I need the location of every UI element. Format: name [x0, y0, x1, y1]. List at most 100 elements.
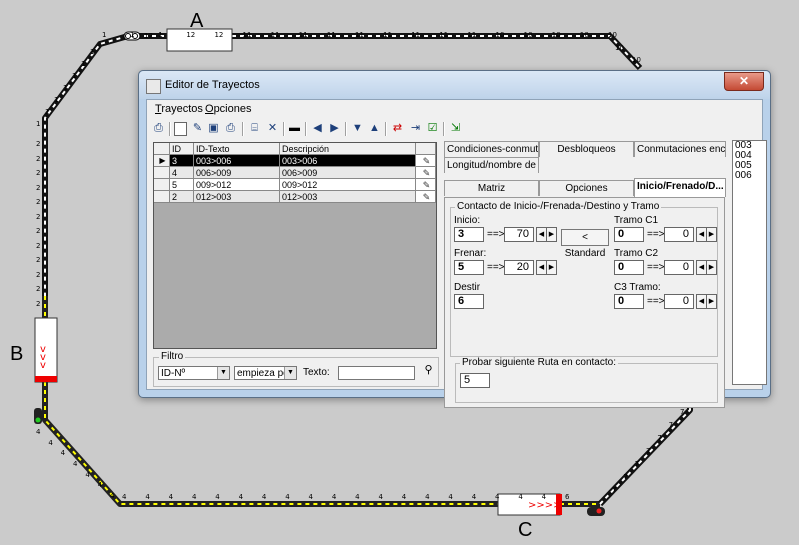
frenar-input[interactable]: 5 [454, 260, 484, 275]
tab-condiciones[interactable]: Condiciones-conmuta... [444, 141, 539, 157]
track-number: 2 [36, 169, 41, 178]
col-text-header[interactable]: ID-Texto [194, 143, 280, 155]
tab-inicio-frenado[interactable]: Inicio/Frenado/D... [634, 178, 726, 197]
tab-desbloqueos[interactable]: Desbloqueos [539, 141, 634, 157]
cell-desc[interactable]: 003>006 [280, 155, 416, 167]
row-edit-icon[interactable]: ✎ [416, 155, 436, 167]
table-row[interactable]: 4 006>009 006>009 ✎ [154, 167, 436, 179]
cell-id[interactable]: 4 [170, 167, 194, 179]
arrow-down-icon[interactable]: ▼ [350, 121, 365, 136]
cell-desc[interactable]: 006>009 [280, 167, 416, 179]
binoculars-icon[interactable]: ⚲ [421, 363, 436, 378]
row-edit-icon[interactable]: ✎ [416, 179, 436, 191]
track-number: 10 [632, 56, 641, 64]
table-row[interactable]: 5 009>012 009>012 ✎ [154, 179, 436, 191]
cell-text[interactable]: 003>006 [194, 155, 280, 167]
cell-id[interactable]: 5 [170, 179, 194, 191]
cell-text[interactable]: 006>009 [194, 167, 280, 179]
track-number: 4 [168, 493, 174, 501]
speed-icon[interactable]: ⇥ [408, 121, 423, 136]
tramo-c2-pos-input[interactable]: 0 [664, 260, 694, 275]
track-number: 1 [54, 96, 59, 104]
row-edit-icon[interactable]: ✎ [416, 167, 436, 179]
col-id-header[interactable]: ID [170, 143, 194, 155]
track-number: 1 [90, 48, 95, 56]
track-number: 4 [401, 493, 407, 501]
inicio-pos-input[interactable]: 70 [504, 227, 534, 242]
tab-opciones[interactable]: Opciones [539, 180, 634, 196]
arrow-left-icon[interactable]: ◀ [310, 121, 325, 136]
save-icon[interactable]: ▣ [206, 121, 221, 136]
frenar-pos-input[interactable]: 20 [504, 260, 534, 275]
track-number: 10 [615, 44, 624, 52]
table-row[interactable]: ▶ 3 003>006 003>006 ✎ [154, 155, 436, 167]
menu-trayectos[interactable]: Trayectos [155, 103, 203, 115]
track-number: 4 [145, 493, 150, 501]
cell-text[interactable]: 012>003 [194, 191, 280, 203]
record-icon[interactable]: ⌸ [247, 121, 262, 136]
cell-id[interactable]: 2 [170, 191, 194, 203]
filter-mode-select[interactable]: empieza por ▼ [234, 366, 297, 380]
frenar-spinner[interactable]: ◀ ▶ [536, 260, 557, 275]
track-number: 10 [608, 31, 617, 39]
delete-icon[interactable]: ✕ [265, 121, 280, 136]
tab-matriz[interactable]: Matriz [444, 180, 539, 196]
chevron-down-icon[interactable]: ▼ [217, 367, 229, 379]
destino-input[interactable]: 6 [454, 294, 484, 309]
filter-text-input[interactable] [338, 366, 415, 380]
tab-conmutaciones[interactable]: Conmutaciones enca... [634, 141, 726, 157]
menu-opciones[interactable]: Opciones [205, 103, 251, 115]
close-button[interactable]: ✕ [724, 72, 764, 91]
title-bar[interactable]: Editor de Trayectos ✕ [139, 71, 770, 99]
tramo-c2-input[interactable]: 0 [614, 260, 644, 275]
edit-icon[interactable]: ✎ [190, 121, 205, 136]
track-number: 11 [439, 31, 449, 39]
cell-id[interactable]: 3 [170, 155, 194, 167]
filter-group: Filtro ID-Nº ▼ empieza por ▼ Texto: ⚲ [153, 351, 439, 387]
tramo-c3-pos-input[interactable]: 0 [664, 294, 694, 309]
route-list[interactable]: 003 004 005 006 [732, 140, 767, 385]
new-icon[interactable] [174, 122, 187, 136]
inicio-input[interactable]: 3 [454, 227, 484, 242]
list-item[interactable]: 006 [733, 171, 766, 181]
track-left-upper [42, 33, 129, 296]
arrow-up-icon[interactable]: ▲ [367, 121, 382, 136]
checklist-icon[interactable]: ☑ [425, 121, 440, 136]
track-number: 4 [425, 493, 430, 501]
block-label-b: B [10, 343, 24, 365]
col-desc-header[interactable]: Descripción [280, 143, 416, 155]
cell-desc[interactable]: 009>012 [280, 179, 416, 191]
window-title: Editor de Trayectos [165, 79, 260, 91]
tramo-c2-spinner[interactable]: ◀ ▶ [696, 260, 717, 275]
tramo-c1-pos-input[interactable]: 0 [664, 227, 694, 242]
track-number: 4 [378, 493, 383, 501]
arrow-right-icon[interactable]: ▶ [327, 121, 342, 136]
track-number: 4 [308, 493, 313, 501]
track-number: 2 [36, 256, 41, 265]
track-number: 1 [63, 84, 68, 92]
tramo-c1-input[interactable]: 0 [614, 227, 644, 242]
track-number: 1 [102, 31, 107, 39]
row-edit-icon[interactable]: ✎ [416, 191, 436, 203]
tab-longitud[interactable]: Longitud/nombre de t... [444, 157, 539, 173]
standard-button[interactable]: < Standard [561, 229, 609, 259]
inicio-spinner[interactable]: ◀ ▶ [536, 227, 557, 242]
track-number: 4 [73, 460, 78, 468]
toolbar: ⎙ ✎ ▣ ⎙ ⌸ ✕ ▬ ◀ ▶ ▼ ▲ ⇄ ⇥ ☑ ⇲ [149, 120, 760, 138]
table-row[interactable]: 2 012>003 012>003 ✎ [154, 191, 436, 203]
block-icon[interactable]: ▬ [287, 121, 302, 136]
route-switch-icon[interactable]: ⇄ [390, 121, 405, 136]
cell-text[interactable]: 009>012 [194, 179, 280, 191]
track-number: 7 [668, 421, 674, 429]
chevron-down-icon[interactable]: ▼ [284, 367, 296, 379]
cell-desc[interactable]: 012>003 [280, 191, 416, 203]
block-b[interactable] [34, 317, 58, 383]
filter-field-select[interactable]: ID-Nº ▼ [158, 366, 230, 380]
tramo-c3-spinner[interactable]: ◀ ▶ [696, 294, 717, 309]
probar-input[interactable]: 5 [460, 373, 490, 388]
print-preview-icon[interactable]: ⎙ [151, 121, 166, 136]
print-icon[interactable]: ⎙ [223, 121, 238, 136]
tramo-c1-spinner[interactable]: ◀ ▶ [696, 227, 717, 242]
tramo-c3-input[interactable]: 0 [614, 294, 644, 309]
exit-icon[interactable]: ⇲ [448, 121, 463, 136]
